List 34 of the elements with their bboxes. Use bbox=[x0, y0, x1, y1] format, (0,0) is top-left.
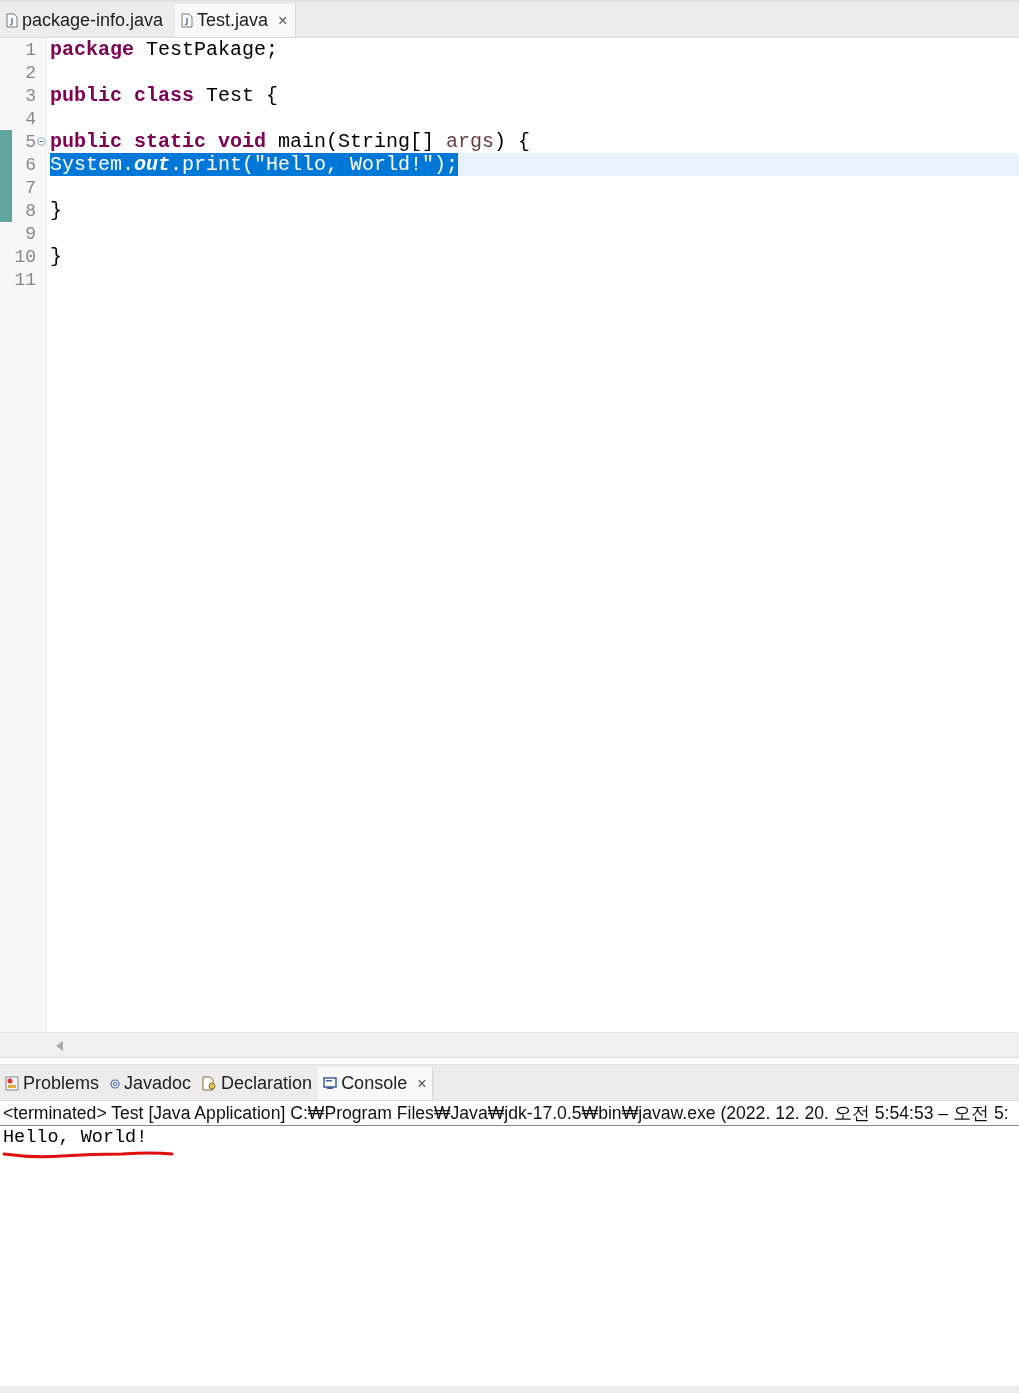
line-number: 5 bbox=[24, 131, 36, 152]
change-marker bbox=[0, 130, 12, 153]
line-number: 7 bbox=[24, 177, 36, 198]
close-icon[interactable]: × bbox=[417, 1074, 427, 1093]
console-output: Hello, World! bbox=[3, 1127, 148, 1148]
line-number: 2 bbox=[24, 62, 36, 83]
change-marker bbox=[0, 199, 12, 222]
line-number: 4 bbox=[24, 108, 36, 129]
code-line: public class Test { bbox=[50, 84, 279, 107]
line-number: 11 bbox=[13, 269, 36, 290]
console-header: <terminated> Test [Java Application] C:₩Program Files₩Java₩jdk-17.0.5₩bin₩javaw.exe (2022. 12. 20. 오전 5:54:53 – 오전 5: bbox=[0, 1101, 1019, 1126]
java-file-icon bbox=[181, 13, 193, 28]
view-tab[interactable]: Console × bbox=[318, 1067, 433, 1100]
code-line: } bbox=[50, 199, 62, 222]
scroll-left-icon[interactable] bbox=[56, 1041, 64, 1051]
line-number: 1 bbox=[24, 39, 36, 60]
at-sign-icon bbox=[110, 1078, 121, 1089]
code-line: public static void main(String[] args) { bbox=[50, 130, 531, 153]
code-line: } bbox=[50, 245, 62, 268]
close-icon[interactable]: × bbox=[278, 11, 288, 30]
problems-icon bbox=[5, 1076, 19, 1091]
java-file-icon bbox=[6, 13, 18, 28]
selected-code: System.out.print("Hello, World!"); bbox=[50, 153, 459, 176]
monitor-icon bbox=[323, 1077, 338, 1090]
line-number: 3 bbox=[24, 85, 36, 106]
line-number: 8 bbox=[24, 200, 36, 221]
code-line: package TestPakage; bbox=[50, 38, 279, 61]
line-number: 6 bbox=[24, 154, 36, 175]
collapse-icon[interactable] bbox=[36, 137, 46, 146]
editor-tab[interactable]: Test.java × bbox=[175, 4, 297, 37]
line-number: 10 bbox=[13, 246, 36, 267]
declaration-icon bbox=[202, 1076, 218, 1091]
horizontal-scrollbar[interactable] bbox=[0, 1032, 1019, 1058]
line-number: 9 bbox=[24, 223, 36, 244]
